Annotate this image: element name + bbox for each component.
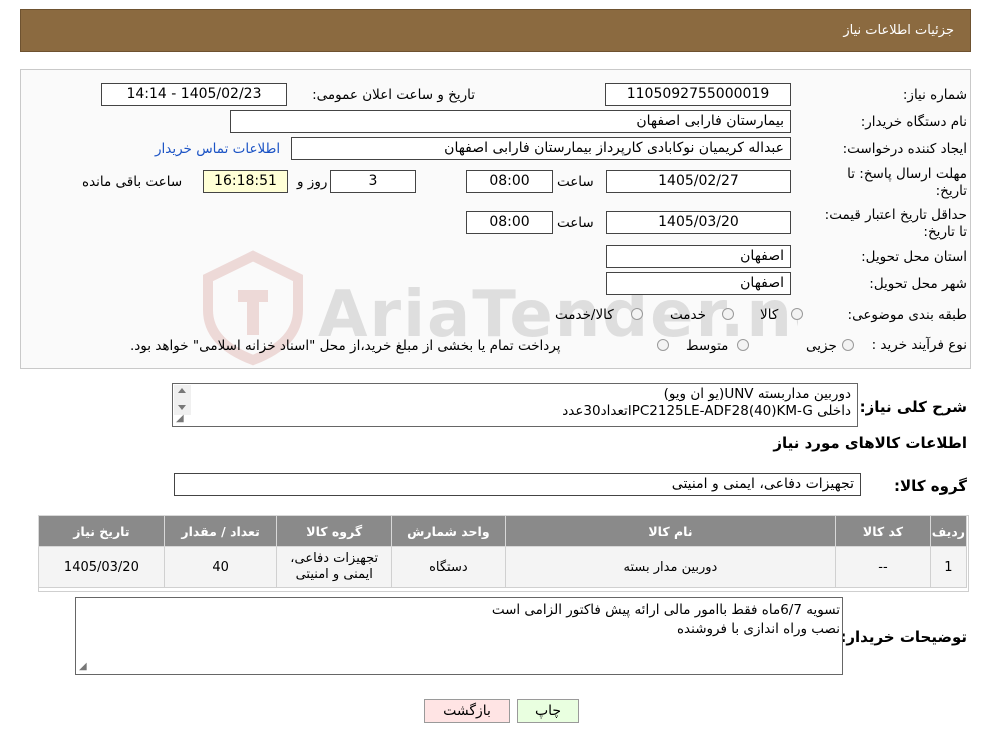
days-label: روز و [297,174,328,190]
buyer-org-field: بیمارستان فارابی اصفهان [230,110,791,133]
cell-group: تجهیزات دفاعی، ایمنی و امنیتی [276,546,393,588]
need-number-label: شماره نیاز: [902,87,967,103]
resize-grip-icon[interactable]: ◢ [176,413,184,424]
description-textarea[interactable]: دوربین مداربسته UNV(یو ان ویو) داخلی IPC… [172,383,858,427]
table-header-row: ردیف کد کالا نام کالا واحد شمارش گروه کا… [38,515,968,547]
description-line-1: دوربین مداربسته UNV(یو ان ویو) [663,386,851,402]
process-radio-minor[interactable] [842,339,854,351]
category-radio-service[interactable] [722,308,734,320]
province-label: استان محل تحویل: [861,249,967,265]
category-radio-goods[interactable] [791,308,803,320]
category-radio-goods-service[interactable] [631,308,643,320]
city-field: اصفهان [606,272,791,295]
goods-group-label: گروه کالا: [894,477,967,495]
process-note: پرداخت تمام یا بخشی از مبلغ خرید،از محل … [130,338,561,354]
buyer-org-label: نام دستگاه خریدار: [860,114,967,130]
goods-table: ردیف کد کالا نام کالا واحد شمارش گروه کا… [38,515,968,588]
col-header-item-code: کد کالا [835,515,931,547]
cell-row-number: 1 [929,546,968,588]
process-radio-medium[interactable] [737,339,749,351]
creator-label: ایجاد کننده درخواست: [842,141,967,157]
remaining-time-label: ساعت باقی مانده [82,174,183,190]
table-row: 1 -- دوربین مدار بسته دستگاه تجهیزات دفا… [38,546,968,588]
category-label: طبقه بندی موضوعی: [847,307,967,323]
category-option-goods: کالا [760,307,779,323]
col-header-group: گروه کالا [276,515,393,547]
goods-group-field: تجهیزات دفاعی، ایمنی و امنیتی [174,473,861,496]
description-scrollbar[interactable] [174,385,191,415]
city-label: شهر محل تحویل: [869,276,967,292]
buyer-contact-link[interactable]: اطلاعات تماس خریدار [155,141,280,157]
scroll-down-icon[interactable] [178,405,186,410]
validity-date-field: 1405/03/20 [606,211,791,234]
process-option-minor: جزیی [806,338,837,354]
validity-label: حداقل تاریخ اعتبار قیمت: تا تاریخ: [824,207,967,240]
buyer-notes-label: توضیحات خریدار: [840,628,967,646]
process-option-medium: متوسط [686,338,729,354]
remaining-time-field: 16:18:51 [203,170,288,193]
scroll-up-icon[interactable] [178,388,186,393]
cell-item-code: -- [835,546,931,588]
back-button[interactable]: بازگشت [424,699,510,723]
description-label: شرح کلی نیاز: [859,398,967,416]
cell-need-date: 1405/03/20 [38,546,165,588]
validity-time-label: ساعت [557,215,594,231]
deadline-time-label: ساعت [557,174,594,190]
goods-section-title: اطلاعات کالاهای مورد نیاز [773,434,967,452]
buyer-notes-line-2: نصب وراه اندازی با فروشنده [676,621,840,637]
col-header-item-name: نام کالا [504,515,837,547]
description-line-2: داخلی IPC2125LE-ADF28(40)KM-Gتعداد30عدد [562,403,851,419]
col-header-quantity: تعداد / مقدار [163,515,278,547]
process-checkbox-treasury[interactable] [657,339,669,351]
need-number-field: 1105092755000019 [605,83,791,106]
days-field: 3 [330,170,416,193]
page-header: جزئیات اطلاعات نیاز [20,9,971,52]
buyer-notes-textarea[interactable]: تسویه 6/7ماه فقط باامور مالی ارائه پیش ف… [75,597,843,675]
cell-item-name: دوربین مدار بسته [504,546,837,588]
deadline-time-field: 08:00 [466,170,553,193]
buyer-notes-line-1: تسویه 6/7ماه فقط باامور مالی ارائه پیش ف… [491,602,840,618]
page-title: جزئیات اطلاعات نیاز [843,23,954,38]
creator-field: عبداله کریمیان نوکابادی کارپرداز بیمارست… [291,137,791,160]
col-header-need-date: تاریخ نیاز [38,515,165,547]
validity-time-field: 08:00 [466,211,553,234]
cell-quantity: 40 [163,546,278,588]
cell-unit: دستگاه [391,546,506,588]
col-header-row-number: ردیف [929,515,968,547]
announce-date-field: 1405/02/23 - 14:14 [101,83,287,106]
province-field: اصفهان [606,245,791,268]
category-option-goods-service: کالا/خدمت [555,307,614,323]
process-label: نوع فرآیند خرید : [871,337,967,353]
category-option-service: خدمت [670,307,706,323]
col-header-unit: واحد شمارش [391,515,506,547]
deadline-date-field: 1405/02/27 [606,170,791,193]
deadline-label: مهلت ارسال پاسخ: تا تاریخ: [847,166,967,199]
announce-date-label: تاریخ و ساعت اعلان عمومی: [312,87,475,103]
resize-grip-icon[interactable]: ◢ [79,661,87,672]
print-button[interactable]: چاپ [517,699,579,723]
